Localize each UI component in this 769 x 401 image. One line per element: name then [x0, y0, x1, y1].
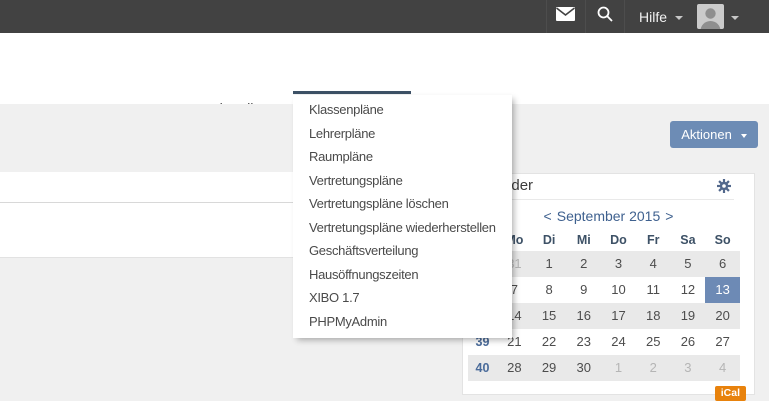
menu-item-raumpl-ne[interactable]: Raumpläne	[293, 145, 512, 169]
menu-item-gesch-ftsverteilung[interactable]: Geschäftsverteilung	[293, 239, 512, 263]
search-icon	[597, 6, 613, 27]
chevron-down-icon	[675, 16, 683, 20]
user-avatar	[697, 4, 724, 29]
menu-item-haus-ffnungszeiten[interactable]: Hausöffnungszeiten	[293, 263, 512, 287]
topbar: Hilfe	[0, 0, 769, 33]
menu-item-phpmyadmin[interactable]: PHPMyAdmin	[293, 310, 512, 334]
prev-month-button[interactable]: <	[539, 208, 557, 224]
user-menu-button[interactable]	[697, 0, 769, 33]
calendar-day[interactable]: 2	[566, 251, 601, 277]
actions-button-label: Aktionen	[681, 127, 732, 142]
calendar-day[interactable]: 15	[532, 303, 567, 329]
calendar-day[interactable]: 3	[601, 251, 636, 277]
calendar-day[interactable]: 3	[671, 355, 706, 381]
search-button[interactable]	[585, 0, 624, 33]
calendar-day[interactable]: 12	[671, 277, 706, 303]
menu-item-xibo-1-7[interactable]: XIBO 1.7	[293, 286, 512, 310]
calendar-header: Kalender	[473, 174, 734, 200]
calendar-day[interactable]: 4	[636, 251, 671, 277]
calendar-day[interactable]: 8	[532, 277, 567, 303]
dow-header-sa: Sa	[671, 229, 706, 251]
calendar-settings-button[interactable]	[717, 179, 731, 193]
chevron-down-icon	[731, 16, 739, 20]
calendar-day[interactable]: 30	[566, 355, 601, 381]
calendar-day[interactable]: 18	[636, 303, 671, 329]
dow-header-fr: Fr	[636, 229, 671, 251]
menu-item-lehrerpl-ne[interactable]: Lehrerpläne	[293, 122, 512, 146]
calendar-day[interactable]: 4	[705, 355, 740, 381]
mail-button[interactable]	[546, 0, 585, 33]
calendar-day[interactable]: 26	[671, 329, 706, 355]
gear-icon	[717, 180, 731, 197]
calendar-day[interactable]: 23	[566, 329, 601, 355]
calendar-day[interactable]: 27	[705, 329, 740, 355]
calendar-day[interactable]: 17	[601, 303, 636, 329]
verwaltung-dropdown-menu: KlassenpläneLehrerpläneRaumpläneVertretu…	[293, 95, 512, 338]
calendar-day[interactable]: 29	[532, 355, 567, 381]
ical-button[interactable]: iCal	[715, 386, 746, 401]
calendar-day[interactable]: 24	[601, 329, 636, 355]
calendar-day[interactable]: 9	[566, 277, 601, 303]
next-month-button[interactable]: >	[660, 208, 678, 224]
calendar-day[interactable]: 2	[636, 355, 671, 381]
calendar-day[interactable]: 1	[601, 355, 636, 381]
main-nav: GruppenRessourcenAktuellesVerwaltung	[0, 33, 769, 104]
calendar-day[interactable]: 22	[532, 329, 567, 355]
menu-item-vertretungspl-ne[interactable]: Vertretungspläne	[293, 169, 512, 193]
dow-header-di: Di	[532, 229, 567, 251]
calendar-day[interactable]: 11	[636, 277, 671, 303]
calendar-day[interactable]: 10	[601, 277, 636, 303]
actions-button[interactable]: Aktionen	[670, 121, 758, 148]
dow-header-do: Do	[601, 229, 636, 251]
calendar-day[interactable]: 6	[705, 251, 740, 277]
calendar-day[interactable]: 20	[705, 303, 740, 329]
menu-item-vertretungspl-ne-l-schen[interactable]: Vertretungspläne löschen	[293, 192, 512, 216]
month-label: September 2015	[557, 208, 661, 224]
calendar-day[interactable]: 19	[671, 303, 706, 329]
help-label: Hilfe	[639, 9, 667, 25]
calendar-week-row: 402829301234	[468, 355, 740, 381]
app-window: Hilfe GruppenRessourcenAktuellesVerwaltu…	[0, 0, 769, 401]
calendar-day[interactable]: 1	[532, 251, 567, 277]
calendar-day-selected[interactable]: 13	[705, 277, 740, 303]
help-menu-button[interactable]: Hilfe	[624, 0, 697, 33]
calendar-footer: iCal	[463, 383, 746, 401]
dow-header-mi: Mi	[566, 229, 601, 251]
calendar-day[interactable]: 25	[636, 329, 671, 355]
menu-item-vertretungspl-ne-wiederherstellen[interactable]: Vertretungspläne wiederherstellen	[293, 216, 512, 240]
dow-header-so: So	[705, 229, 740, 251]
chevron-down-icon	[741, 134, 747, 138]
week-number: 40	[468, 355, 497, 381]
calendar-day[interactable]: 28	[497, 355, 532, 381]
calendar-day[interactable]: 5	[671, 251, 706, 277]
calendar-day[interactable]: 16	[566, 303, 601, 329]
mail-icon	[556, 7, 575, 26]
menu-item-klassenpl-ne[interactable]: Klassenpläne	[293, 98, 512, 122]
